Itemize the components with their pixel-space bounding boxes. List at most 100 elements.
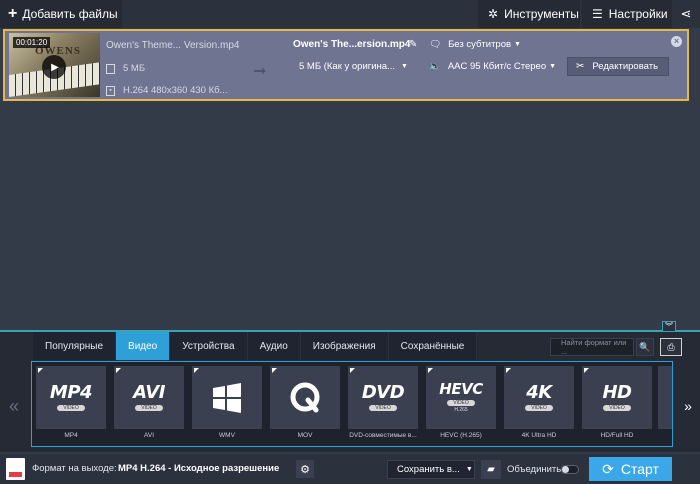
tab-video[interactable]: Видео [116,332,171,360]
output-size-value: 5 МБ (Как у оригина... [299,61,395,72]
close-icon[interactable]: × [671,36,682,47]
format-tile: HEVC VIDEO H.265 [426,366,496,429]
device-scan-icon[interactable]: ⎙ [660,338,682,356]
magic-wand-icon: ✲ [488,7,499,21]
speaker-icon: 🔈 [429,61,441,72]
save-to-dropdown[interactable]: Сохранить в... ▼ [387,460,475,479]
hevc-logo: HEVC [439,380,483,398]
corner-mark [38,368,43,373]
scroll-right-icon[interactable]: » [676,365,700,447]
format-partial[interactable] [658,366,672,442]
source-file-size: 5 МБ [106,63,145,74]
format-tile: 4K VIDEO [504,366,574,429]
output-size-dropdown[interactable]: 5 МБ (Как у оригина... ▼ [293,61,408,72]
settings-label: Настройки [608,7,668,21]
format-mov[interactable]: MOV [270,366,340,442]
status-bar: Формат на выходе: MP4 H.264 - Исходное р… [0,454,700,484]
scissors-icon: ✂ [576,61,585,72]
hd-logo: HD [602,382,632,403]
format-label: HD/Full HD [600,432,634,439]
corner-mark [506,368,511,373]
tools-label: Инструменты [504,7,579,21]
scroll-left-icon[interactable]: « [0,365,28,447]
format-label: DVD-совместимые в... [349,432,417,439]
search-icon[interactable]: 🔍 [636,338,654,356]
video-tag: VIDEO [369,405,397,411]
audio-value: AAC 95 Кбит/с Стерео [447,61,547,72]
collapse-chevron-icon[interactable]: ︾ [662,321,676,332]
format-dvd[interactable]: DVD VIDEO DVD-совместимые в... [348,366,418,442]
format-tile [192,366,262,429]
start-label: Старт [620,461,659,477]
format-wmv[interactable]: WMV [192,366,262,442]
video-tag: VIDEO [603,405,631,411]
file-item[interactable]: OWENS 00:01:20 ▶ Owen's Theme... Version… [3,29,689,101]
plus-icon: + [8,5,18,22]
add-files-button[interactable]: + Добавить файлы [0,0,122,28]
format-4k[interactable]: 4K VIDEO 4K Ultra HD [504,366,574,442]
gear-icon[interactable]: ⚙ [296,460,314,478]
edit-button[interactable]: ✂ Редактировать [567,57,669,76]
video-tag: VIDEO [57,405,85,411]
format-tile [658,366,672,429]
audio-dropdown[interactable]: 🔈 AAC 95 Кбит/с Стерео ▼ [429,61,556,72]
video-tag: VIDEO [135,405,163,411]
windows-logo-icon [213,382,241,413]
format-hevc[interactable]: HEVC VIDEO H.265 HEVC (H.265) [426,366,496,442]
video-tag: VIDEO [447,400,475,406]
corner-mark [350,368,355,373]
subtitles-dropdown[interactable]: 🗨 Без субтитров ▼ [429,39,521,50]
pencil-icon[interactable]: ✎ [409,39,417,50]
format-mp4[interactable]: MP4 VIDEO MP4 [36,366,106,442]
format-tile: DVD VIDEO [348,366,418,429]
quicktime-logo-icon [290,382,320,412]
share-icon[interactable]: ⋖ [672,0,700,28]
tab-images[interactable]: Изображения [300,332,389,360]
merge-label: Объединить [507,464,562,475]
play-icon[interactable]: ▶ [42,55,66,79]
source-file-name: Owen's Theme... Version.mp4 [106,40,240,51]
arrow-right-icon: ➞ [253,63,267,80]
format-list: MP4 VIDEO MP4 AVI VIDEO AVI WMV MOV DVD … [31,361,673,447]
file-icon [106,63,115,74]
format-tabs: Популярные Видео Устройства Аудио Изобра… [33,332,478,360]
output-file-name[interactable]: Owen's The...ersion.mp4 [293,39,410,50]
video-tag: VIDEO [525,405,553,411]
output-format-icon[interactable] [6,458,25,480]
film-icon: ▪ [106,85,115,96]
source-size-value: 5 МБ [123,63,146,74]
format-search-input[interactable]: Найти формат или ... [550,338,634,356]
output-format-value: MP4 H.264 - Исходное разрешение [118,463,280,474]
corner-mark [584,368,589,373]
chevron-down-icon: ▼ [465,466,473,473]
format-label: MOV [297,432,313,439]
tools-button[interactable]: ✲ Инструменты [478,0,580,28]
chevron-down-icon: ▼ [514,41,521,48]
corner-mark [428,368,433,373]
tab-popular[interactable]: Популярные [33,332,117,360]
format-hd[interactable]: HD VIDEO HD/Full HD [582,366,652,442]
tab-audio[interactable]: Аудио [247,332,301,360]
format-avi[interactable]: AVI VIDEO AVI [114,366,184,442]
avi-logo: AVI [133,382,165,403]
settings-button[interactable]: ☰ Настройки [582,0,672,28]
corner-mark [272,368,277,373]
dvd-logo: DVD [361,382,405,403]
format-tile: AVI VIDEO [114,366,184,429]
format-tile: HD VIDEO [582,366,652,429]
output-format-label: Формат на выходе: [32,463,117,474]
add-files-label: Добавить файлы [22,7,118,21]
chevron-down-icon: ▼ [400,63,408,70]
corner-mark [194,368,199,373]
tab-devices[interactable]: Устройства [170,332,248,360]
video-thumbnail[interactable]: OWENS 00:01:20 ▶ [9,33,100,97]
corner-mark [116,368,121,373]
start-button[interactable]: ⟳ Старт [589,457,672,481]
merge-toggle[interactable] [561,465,579,474]
format-tile [270,366,340,429]
format-label: MP4 [64,432,78,439]
folder-icon[interactable]: ▰ [481,460,501,479]
subtitles-value: Без субтитров [448,39,512,50]
format-tile: MP4 VIDEO [36,366,106,429]
tab-saved[interactable]: Сохранённые [388,332,478,360]
